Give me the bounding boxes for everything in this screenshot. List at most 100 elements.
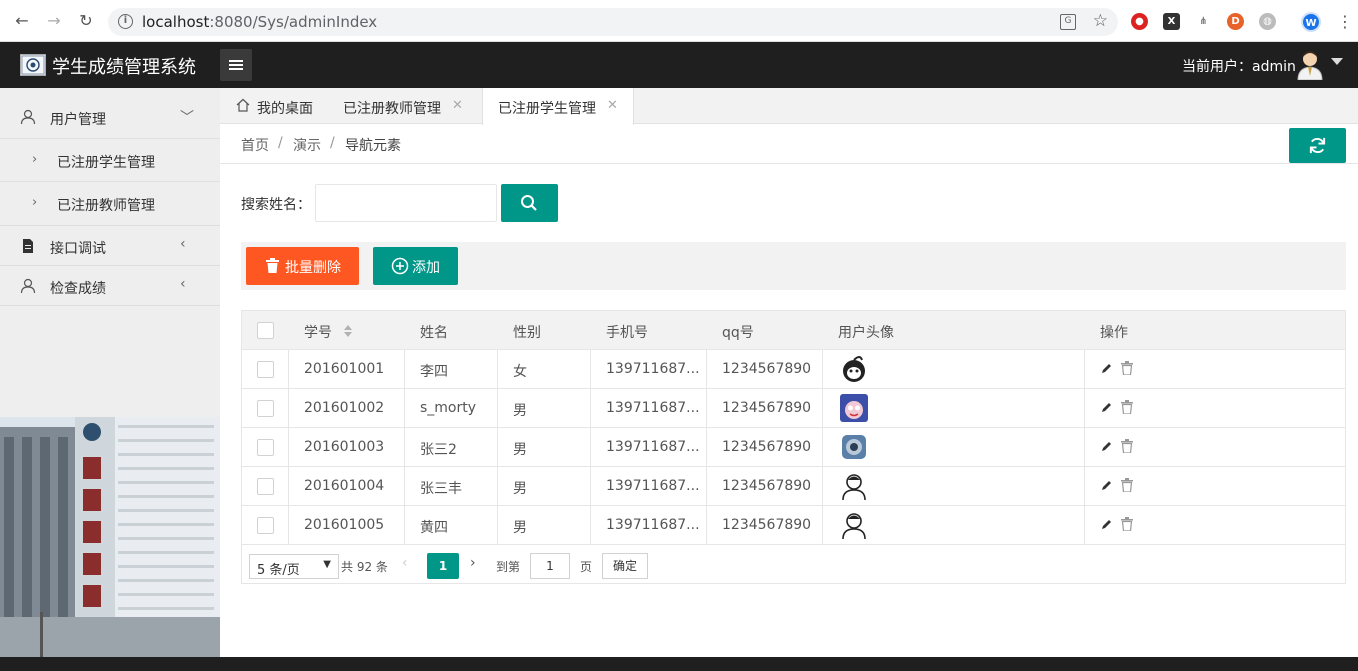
goto-page-input[interactable]: 1 (530, 553, 570, 579)
table-row: 201601004 张三丰 男 139711687... 1234567890 (242, 467, 1345, 506)
edit-icon[interactable] (1101, 518, 1113, 530)
extension-duckduckgo-icon[interactable]: D (1227, 13, 1244, 30)
forward-icon[interactable]: → (44, 11, 64, 31)
extension-tree-icon[interactable]: ⋔ (1195, 13, 1212, 30)
table-row: 201601001 李四 女 139711687... 1234567890 (242, 350, 1345, 389)
row-checkbox[interactable] (257, 400, 274, 417)
page-size-select[interactable]: 5 条/页 ▼ (249, 554, 339, 579)
header-student-id[interactable]: 学号 (304, 322, 332, 342)
cell-name: 张三2 (420, 442, 457, 458)
sidebar-group-label: 检查成绩 (50, 281, 106, 297)
sidebar-item-label: 已注册学生管理 (57, 155, 155, 171)
cell-qq: 1234567890 (722, 478, 812, 494)
header-name: 姓名 (420, 325, 448, 341)
confirm-page-button[interactable]: 确定 (602, 553, 648, 579)
delete-icon[interactable] (1121, 400, 1133, 414)
bookmark-star-icon[interactable]: ☆ (1093, 11, 1108, 31)
add-button[interactable]: 添加 (373, 247, 458, 285)
breadcrumb-demo[interactable]: 演示 (293, 135, 321, 155)
page-unit-label: 页 (580, 560, 593, 574)
tab-label: 我的桌面 (257, 101, 313, 117)
user-dropdown-icon[interactable] (1331, 58, 1343, 65)
translate-icon[interactable]: G (1060, 14, 1076, 30)
edit-icon[interactable] (1101, 479, 1113, 491)
search-icon (521, 195, 537, 211)
delete-icon[interactable] (1121, 478, 1133, 492)
cell-gender: 男 (513, 481, 527, 497)
cell-name: 黄四 (420, 520, 448, 536)
address-url[interactable]: localhost:8080/Sys/adminIndex (142, 13, 377, 31)
search-button[interactable] (501, 184, 558, 222)
profile-avatar[interactable]: W (1301, 12, 1321, 32)
tab-students[interactable]: 已注册学生管理 ✕ (482, 88, 634, 125)
table-row: 201601002 s_morty 男 139711687... 1234567… (242, 389, 1345, 428)
back-icon[interactable]: ← (12, 11, 32, 31)
table-header-row: 学号 姓名 性别 手机号 qq号 用户头像 操作 (242, 311, 1345, 350)
breadcrumb-home[interactable]: 首页 (241, 135, 269, 155)
row-checkbox[interactable] (257, 478, 274, 495)
next-page-icon[interactable]: › (470, 555, 476, 571)
cell-qq: 1234567890 (722, 400, 812, 416)
site-info-icon[interactable]: i (118, 14, 133, 29)
extension-x-icon[interactable]: X (1163, 13, 1180, 30)
sidebar-group-check-grades[interactable]: 检查成绩 ‹ (0, 266, 220, 306)
refresh-button[interactable] (1289, 128, 1346, 163)
cell-student-id: 201601002 (304, 400, 385, 416)
search-name-input[interactable] (315, 184, 497, 222)
page-current[interactable]: 1 (427, 553, 459, 579)
document-icon (23, 239, 33, 253)
address-bar[interactable]: i localhost:8080/Sys/adminIndex G ☆ (108, 8, 1118, 36)
delete-icon[interactable] (1121, 517, 1133, 531)
browser-menu-icon[interactable]: ⋮ (1337, 12, 1353, 31)
refresh-icon (1309, 137, 1326, 154)
cell-phone: 139711687... (606, 478, 700, 494)
caret-down-icon: ▼ (323, 559, 331, 570)
row-checkbox[interactable] (257, 517, 274, 534)
cell-gender: 男 (513, 442, 527, 458)
batch-delete-label: 批量删除 (285, 260, 341, 276)
pagination: 5 条/页 ▼ 共 92 条 ‹ 1 › 到第 1 页 确定 (242, 545, 1345, 584)
sidebar: 用户管理 ﹀ › 已注册学生管理 › 已注册教师管理 接口调试 ‹ 检查成绩 ‹ (0, 88, 220, 657)
reload-icon[interactable]: ↻ (76, 11, 96, 31)
edit-icon[interactable] (1101, 401, 1113, 413)
cell-qq: 1234567890 (722, 517, 812, 533)
sidebar-group-api-debug[interactable]: 接口调试 ‹ (0, 226, 220, 266)
close-icon[interactable]: ✕ (607, 98, 618, 113)
prev-page-icon[interactable]: ‹ (402, 555, 408, 571)
cell-gender: 男 (513, 403, 527, 419)
student-table: 学号 姓名 性别 手机号 qq号 用户头像 操作 201601001 李四 女 … (241, 310, 1346, 584)
row-checkbox[interactable] (257, 361, 274, 378)
page-size-value: 5 条/页 (257, 563, 300, 578)
sidebar-item-students[interactable]: › 已注册学生管理 (0, 138, 220, 181)
delete-icon[interactable] (1121, 361, 1133, 375)
sidebar-group-user-management[interactable]: 用户管理 ﹀ (0, 97, 220, 137)
cell-student-id: 201601003 (304, 439, 385, 455)
avatar (843, 356, 865, 382)
select-all-checkbox[interactable] (257, 322, 274, 339)
cell-gender: 男 (513, 520, 527, 536)
current-user-label[interactable]: 当前用户：admin (1182, 56, 1296, 76)
trash-icon (266, 258, 279, 273)
cell-phone: 139711687... (606, 439, 700, 455)
chevron-down-icon: ﹀ (180, 110, 194, 126)
sidebar-item-label: 已注册教师管理 (57, 198, 155, 214)
sort-icon[interactable] (343, 324, 353, 338)
extension-adblock-icon[interactable]: ● (1131, 13, 1148, 30)
tab-desktop[interactable]: 我的桌面 (220, 88, 328, 124)
edit-icon[interactable] (1101, 362, 1113, 374)
menu-toggle-button[interactable] (220, 49, 252, 81)
add-circle-icon (391, 257, 409, 275)
sidebar-item-teachers[interactable]: › 已注册教师管理 (0, 181, 220, 224)
row-checkbox[interactable] (257, 439, 274, 456)
batch-delete-button[interactable]: 批量删除 (246, 247, 359, 285)
extension-globe-icon[interactable]: ◍ (1259, 13, 1276, 30)
user-avatar[interactable] (1296, 50, 1324, 80)
tab-bar: 我的桌面 已注册教师管理 ✕ 已注册学生管理 ✕ (220, 88, 1358, 125)
header-avatar: 用户头像 (838, 325, 894, 341)
goto-label: 到第 (496, 560, 521, 574)
chevron-left-icon: ‹ (180, 276, 186, 292)
edit-icon[interactable] (1101, 440, 1113, 452)
delete-icon[interactable] (1121, 439, 1133, 453)
tab-teachers[interactable]: 已注册教师管理 ✕ (328, 88, 482, 124)
close-icon[interactable]: ✕ (452, 98, 463, 113)
